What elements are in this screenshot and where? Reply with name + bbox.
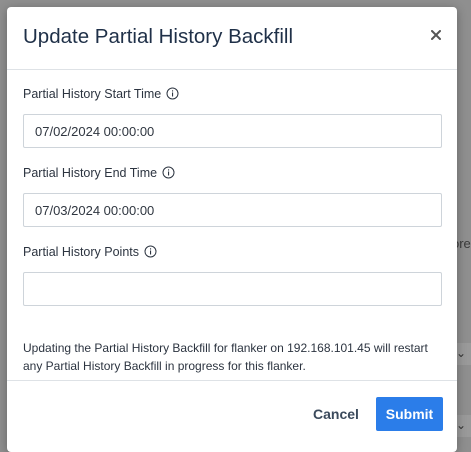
info-icon[interactable] <box>144 245 158 259</box>
points-input[interactable] <box>23 272 442 306</box>
modal-footer: Cancel Submit <box>7 380 457 452</box>
modal-body: Partial History Start Time Partial Histo… <box>7 85 457 375</box>
close-button[interactable] <box>425 22 447 44</box>
cancel-button[interactable]: Cancel <box>305 397 367 431</box>
start-time-input[interactable] <box>23 114 442 148</box>
end-time-label: Partial History End Time <box>23 164 441 182</box>
start-time-label: Partial History Start Time <box>23 85 441 103</box>
help-text: Updating the Partial History Backfill fo… <box>23 341 428 373</box>
end-time-input[interactable] <box>23 193 442 227</box>
info-icon[interactable] <box>162 166 176 180</box>
close-icon <box>431 30 441 40</box>
submit-button[interactable]: Submit <box>376 397 443 431</box>
points-label: Partial History Points <box>23 243 441 261</box>
modal-header: Update Partial History Backfill <box>7 7 457 70</box>
points-label-text: Partial History Points <box>23 245 140 259</box>
chevron-down-icon: ⌄ <box>456 346 467 360</box>
end-time-label-text: Partial History End Time <box>23 166 158 180</box>
chevron-down-icon: ⌄ <box>456 418 467 432</box>
update-backfill-modal: Update Partial History Backfill Partial … <box>7 7 457 452</box>
modal-title: Update Partial History Backfill <box>23 25 294 48</box>
start-time-label-text: Partial History Start Time <box>23 87 162 101</box>
info-icon[interactable] <box>166 87 180 101</box>
